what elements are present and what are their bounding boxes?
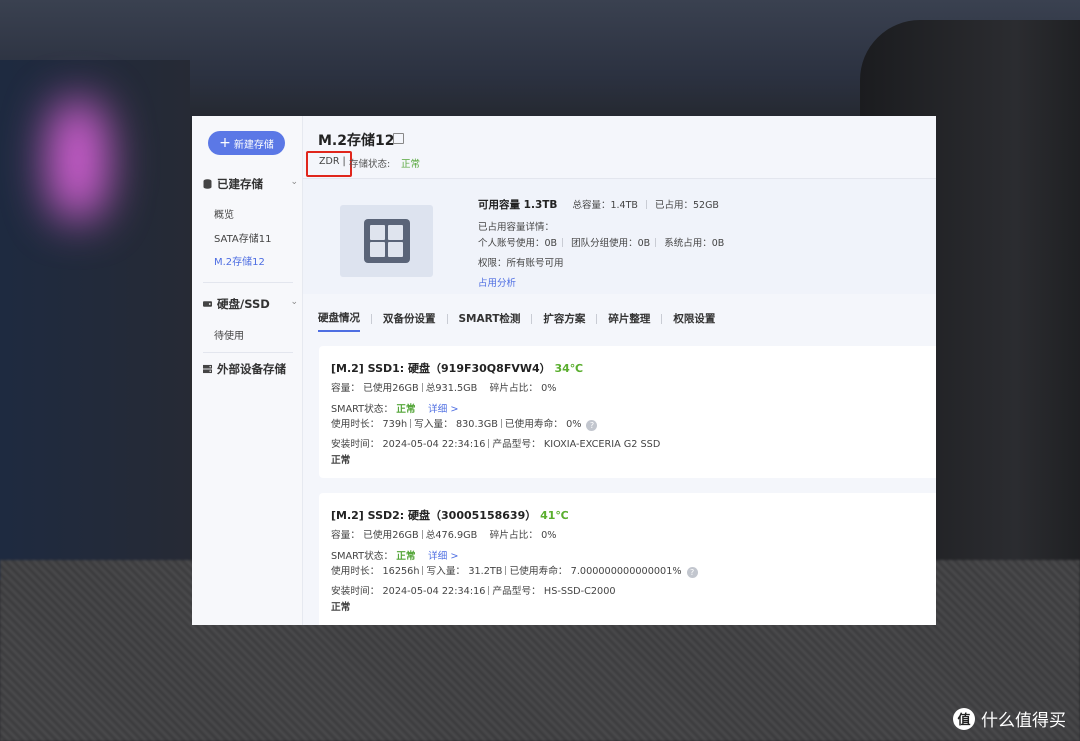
- storage-status-label: 存储状态:: [349, 159, 391, 170]
- smart-status: 正常: [396, 404, 416, 415]
- sidebar: + 新建存储 已建存储 ⌄ 概览 SATA存储11 M.2存储12 硬盘/SSD…: [192, 116, 303, 625]
- team-usage: 团队分组使用：0B: [571, 238, 651, 249]
- system-usage: 系统占用：0B: [664, 238, 725, 249]
- usage-analysis-link[interactable]: 占用分析: [478, 275, 516, 289]
- disk-total: 总931.5GB: [425, 383, 478, 394]
- sidebar-group-external-storage[interactable]: 外部设备存储: [203, 361, 286, 377]
- product-model: 产品型号： KIOXIA-EXCERIA G2 SSD: [492, 439, 661, 450]
- disk-card: [M.2] SSD2: 硬盘（30005158639） 41℃ 容量： 已使用2…: [319, 493, 936, 625]
- personal-usage: 个人账号使用：0B: [478, 238, 558, 249]
- disk-title: [M.2] SSD2: 硬盘（30005158639）: [331, 509, 537, 522]
- smart-label: SMART状态：: [331, 551, 394, 562]
- life-used: 已使用寿命： 0%: [504, 419, 582, 430]
- product-model: 产品型号： HS-SSD-C2000: [492, 586, 616, 597]
- sidebar-group-disk-ssd[interactable]: 硬盘/SSD: [203, 296, 270, 312]
- help-icon[interactable]: ?: [586, 420, 598, 431]
- written-amount: 写入量： 830.3GB: [414, 419, 498, 430]
- total-capacity: 总容量：1.4TB: [572, 200, 638, 211]
- fragment-ratio: 碎片占比： 0%: [489, 530, 557, 541]
- install-time: 安装时间： 2024-05-04 22:34:16: [331, 586, 486, 597]
- sidebar-group-label: 外部设备存储: [217, 362, 286, 376]
- disk-temperature: 34℃: [554, 362, 584, 375]
- disk-total: 总476.9GB: [425, 530, 478, 541]
- smart-status: 正常: [396, 551, 416, 562]
- disk-card: [M.2] SSD1: 硬盘（919F30Q8FVW4） 34℃ 容量： 已使用…: [319, 346, 936, 478]
- permission-text: 权限：所有账号可用: [478, 258, 564, 269]
- disk-health-status: 正常: [331, 602, 351, 613]
- watermark-logo-icon: 值: [953, 707, 975, 730]
- sidebar-item-m2-storage[interactable]: M.2存储12: [214, 253, 265, 268]
- capacity-overview: 可用容量 1.3TB 总容量：1.4TB 已占用：52GB 已占用容量详情： 个…: [303, 179, 936, 294]
- divider: [203, 282, 293, 283]
- sidebar-item-pending[interactable]: 待使用: [214, 327, 244, 342]
- tab-dual-backup[interactable]: 双备份设置: [383, 311, 436, 331]
- sidebar-group-built-storage[interactable]: 已建存储: [203, 176, 263, 192]
- storage-app-window: + 新建存储 已建存储 ⌄ 概览 SATA存储11 M.2存储12 硬盘/SSD…: [192, 116, 936, 625]
- chevron-down-icon[interactable]: ⌄: [290, 177, 298, 187]
- written-amount: 写入量： 31.2TB: [426, 566, 503, 577]
- page-title: M.2存储12: [318, 133, 395, 149]
- sidebar-group-label: 已建存储: [217, 177, 263, 191]
- raid-type-label: ZDR |: [319, 156, 346, 167]
- database-icon: [203, 179, 212, 189]
- storage-status-value: 正常: [401, 159, 421, 170]
- smart-detail-link[interactable]: 详细 >: [428, 551, 459, 562]
- site-watermark: 值 什么值得买: [953, 706, 1066, 731]
- smart-label: SMART状态：: [331, 404, 394, 415]
- storage-thumbnail: [340, 205, 433, 277]
- new-storage-label: 新建存储: [233, 139, 274, 151]
- capacity-label: 容量：: [331, 530, 361, 541]
- capacity-label: 容量：: [331, 383, 361, 394]
- divider: [203, 352, 293, 353]
- usage-hours: 使用时长： 16256h: [331, 566, 420, 577]
- usage-hours: 使用时长： 739h: [331, 419, 408, 430]
- main-panel: M.2存储12 ZDR | 存储状态: 正常 可用容量 1.3TB 总容量：1.…: [303, 116, 936, 625]
- sidebar-item-overview[interactable]: 概览: [214, 206, 234, 221]
- chip-icon: [363, 219, 410, 263]
- install-time: 安装时间： 2024-05-04 22:34:16: [331, 439, 486, 450]
- tab-bar: 硬盘情况 双备份设置 SMART检测 扩容方案 碎片整理 权限设置: [318, 310, 715, 332]
- usage-detail: 个人账号使用：0B 团队分组使用：0B 系统占用：0B: [478, 235, 724, 249]
- usage-detail-title: 已占用容量详情：: [478, 222, 555, 233]
- disk-title: [M.2] SSD1: 硬盘（919F30Q8FVW4）: [331, 362, 551, 375]
- tab-defragment[interactable]: 碎片整理: [608, 311, 650, 331]
- used-capacity: 已占用：52GB: [654, 200, 719, 211]
- disk-temperature: 41℃: [540, 509, 569, 522]
- help-icon[interactable]: ?: [686, 567, 698, 578]
- server-icon: [203, 364, 212, 374]
- chevron-down-icon[interactable]: ⌄: [290, 297, 298, 307]
- tab-permissions[interactable]: 权限设置: [673, 311, 715, 331]
- tab-disk-status[interactable]: 硬盘情况: [318, 310, 360, 332]
- tab-smart-check[interactable]: SMART检测: [459, 311, 521, 331]
- sidebar-group-label: 硬盘/SSD: [217, 297, 270, 311]
- sidebar-item-sata-storage[interactable]: SATA存储11: [214, 230, 272, 245]
- tab-expansion-plan[interactable]: 扩容方案: [543, 311, 585, 331]
- smart-detail-link[interactable]: 详细 >: [428, 404, 459, 415]
- new-storage-button[interactable]: + 新建存储: [208, 131, 285, 155]
- watermark-text: 什么值得买: [981, 711, 1066, 731]
- disk-used: 已使用26GB: [363, 530, 419, 541]
- fragment-ratio: 碎片占比： 0%: [489, 383, 557, 394]
- capacity-summary: 可用容量 1.3TB 总容量：1.4TB 已占用：52GB: [478, 197, 719, 212]
- hard-disk-icon: [203, 301, 212, 307]
- life-used: 已使用寿命： 7.000000000000001%: [509, 566, 682, 577]
- plus-icon: +: [219, 135, 231, 151]
- edit-icon[interactable]: [393, 133, 404, 144]
- available-capacity: 可用容量 1.3TB: [478, 199, 558, 211]
- disk-health-status: 正常: [331, 455, 351, 466]
- disk-used: 已使用26GB: [363, 383, 419, 394]
